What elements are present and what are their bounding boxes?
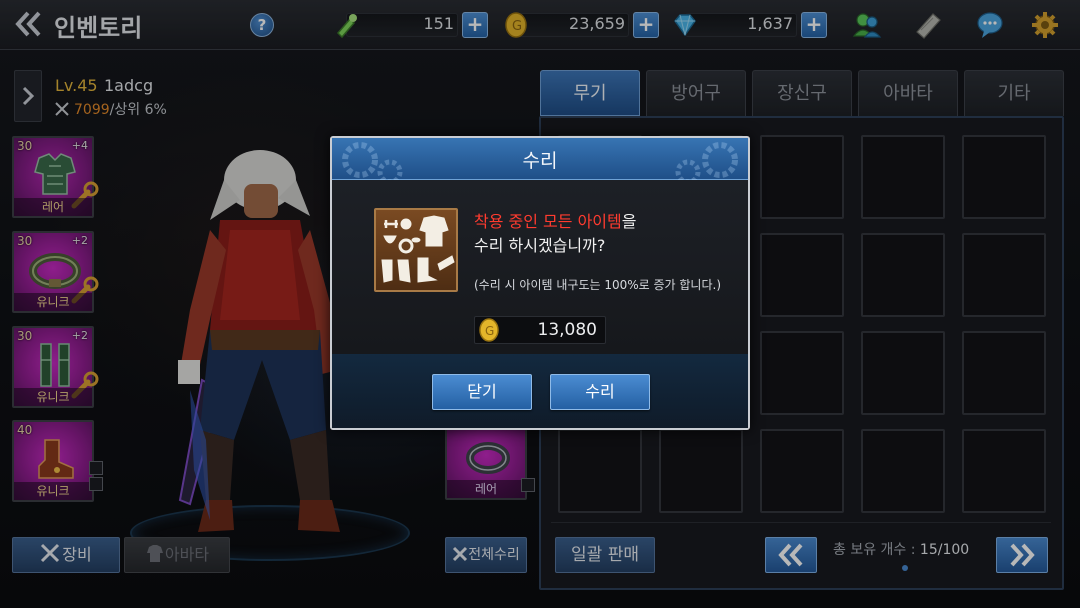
repair-button[interactable]: 수리 [550,374,650,410]
repair-dialog: 수리 착용 중인 모든 아이템을 수리 하시겠습니까? (수리 시 아이템 내구 [330,136,750,430]
dialog-message-highlight: 착용 중인 모든 아이템 [474,212,622,231]
repair-cost: G 13,080 [474,316,606,344]
dialog-message-line1: 착용 중인 모든 아이템을 [474,208,636,232]
svg-text:G: G [485,324,494,338]
equipment-set-icon [381,215,455,283]
dialog-note: (수리 시 아이템 내구도는 100%로 증가 합니다.) [474,278,722,292]
repair-cost-value: 13,080 [537,320,597,340]
dialog-title: 수리 [522,150,558,172]
close-button[interactable]: 닫기 [432,374,532,410]
dialog-body: 착용 중인 모든 아이템을 수리 하시겠습니까? (수리 시 아이템 내구도는 … [332,180,748,354]
dialog-message-line2: 수리 하시겠습니까? [474,236,606,255]
equipment-set-icon [374,208,458,292]
dialog-header: 수리 [332,138,748,180]
dialog-message-suffix: 을 [621,212,637,231]
dialog-footer: 닫기 수리 [332,354,748,428]
gold-coin-icon: G [479,318,499,342]
